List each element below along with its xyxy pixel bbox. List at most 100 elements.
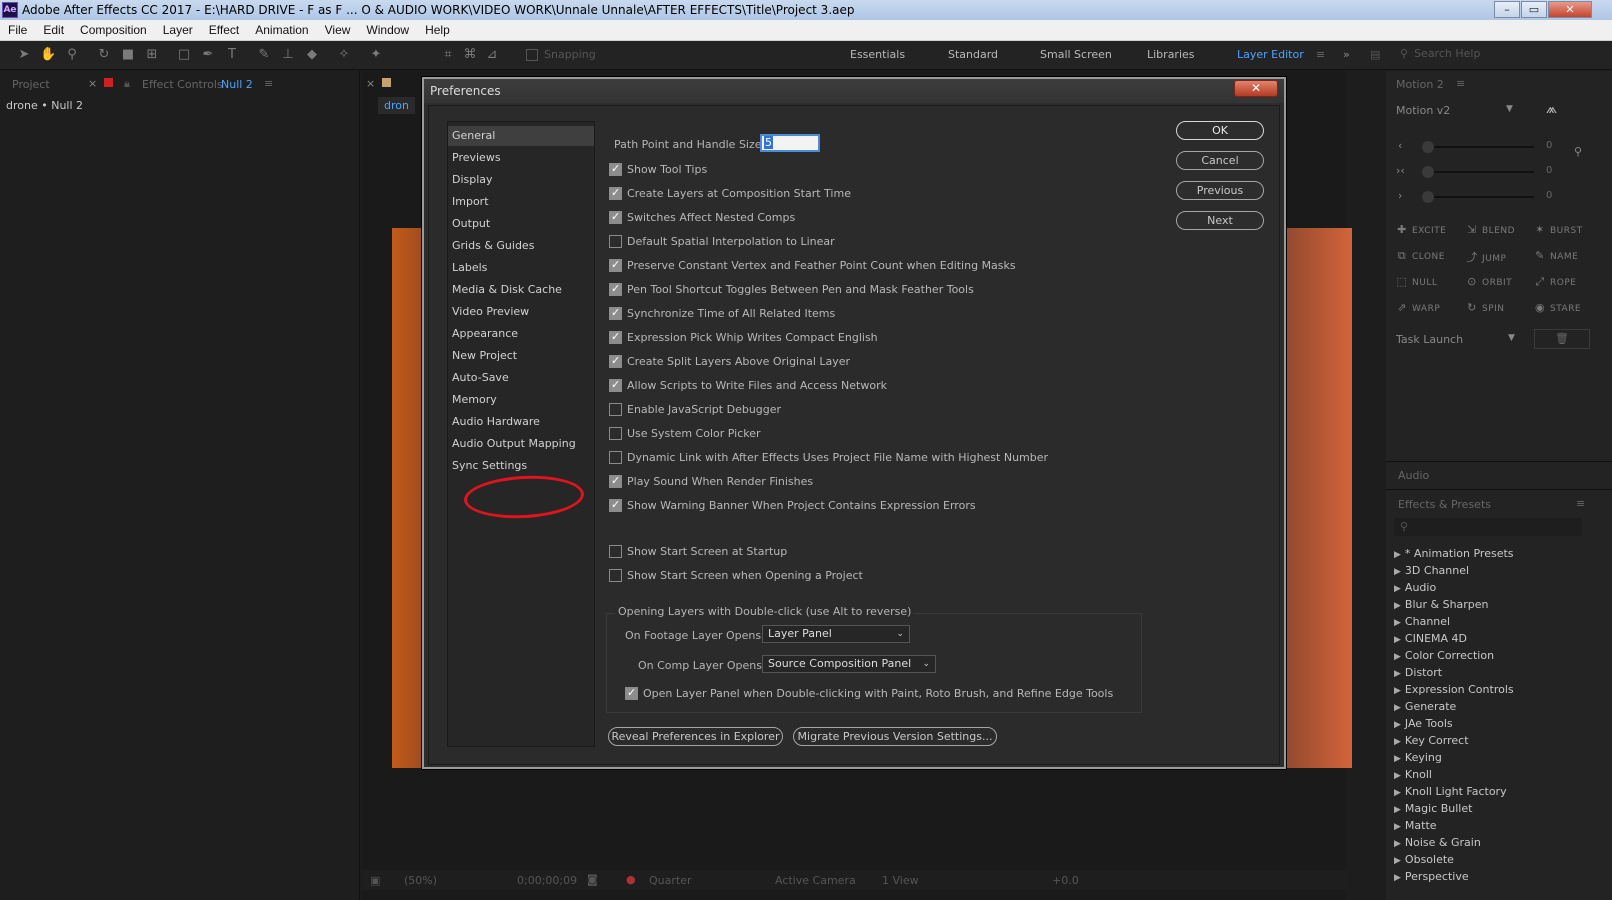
category-import[interactable]: Import (448, 192, 594, 212)
option-checkbox[interactable]: Enable JavaScript Debugger (609, 401, 781, 417)
chevron-down-icon[interactable]: ▼ (1508, 333, 1515, 343)
minimize-button[interactable]: – (1494, 1, 1520, 18)
category-new-project[interactable]: New Project (448, 346, 594, 366)
snapshot-icon[interactable]: ◙ (587, 873, 598, 886)
effect-category-item[interactable]: ▶ * Animation Presets (1394, 547, 1514, 560)
category-display[interactable]: Display (448, 170, 594, 190)
start-screen-checkbox[interactable]: Show Start Screen when Opening a Project (609, 567, 863, 583)
workspace-small-screen[interactable]: Small Screen (1040, 48, 1112, 61)
checkbox-box[interactable] (609, 544, 622, 558)
effect-category-item[interactable]: ▶ Matte (1394, 819, 1437, 832)
effect-category-item[interactable]: ▶ 3D Channel (1394, 564, 1469, 577)
checkbox-box[interactable] (609, 306, 622, 320)
comp-breadcrumb-tab[interactable]: dron (378, 97, 415, 114)
current-time[interactable]: 0;00;00;09 (517, 874, 577, 887)
workspace-essentials[interactable]: Essentials (850, 48, 905, 61)
checkbox-box[interactable] (609, 450, 622, 464)
lock-icon[interactable]: 🔒︎ (124, 77, 130, 91)
option-checkbox[interactable]: Switches Affect Nested Comps (609, 209, 795, 225)
next-button[interactable]: Next (1176, 211, 1264, 230)
rectangle-tool-icon[interactable]: □ (176, 47, 192, 63)
rope-button[interactable]: ⤢ ROPE (1534, 275, 1576, 289)
clone-stamp-tool-icon[interactable]: ⊥ (280, 47, 296, 63)
rotation-tool-icon[interactable]: ↻ (96, 47, 112, 63)
effect-controls-target[interactable]: Null 2 (221, 78, 253, 91)
category-general[interactable]: General (448, 126, 594, 146)
effect-category-item[interactable]: ▶ Noise & Grain (1394, 836, 1481, 849)
cancel-button[interactable]: Cancel (1176, 151, 1264, 170)
snapping-checkbox[interactable] (526, 49, 538, 61)
jump-button[interactable]: ⤴ JUMP (1466, 249, 1506, 265)
camera-tool-icon[interactable]: ■ (120, 47, 136, 63)
warp-button[interactable]: ⇗ WARP (1396, 301, 1440, 314)
effect-category-item[interactable]: ▶ Expression Controls (1394, 683, 1514, 696)
checkbox-box[interactable] (609, 426, 622, 440)
maximize-button[interactable]: ▭ (1521, 1, 1547, 18)
blend-button[interactable]: ⇲ BLEND (1466, 223, 1515, 236)
chevron-down-icon[interactable]: ▼ (1506, 104, 1513, 114)
effect-category-item[interactable]: ▶ JAe Tools (1394, 717, 1453, 730)
option-checkbox[interactable]: Use System Color Picker (609, 425, 761, 441)
pin-icon[interactable]: ⚲ (1574, 145, 1582, 158)
path-point-size-input[interactable]: 5 (760, 134, 820, 152)
checkbox-box[interactable] (609, 402, 622, 416)
tab-motion[interactable]: Motion 2 (1396, 78, 1444, 91)
category-labels[interactable]: Labels (448, 258, 594, 278)
burst-button[interactable]: ✶ BURST (1534, 223, 1583, 236)
category-previews[interactable]: Previews (448, 148, 594, 168)
menu-file[interactable]: File (0, 23, 35, 37)
checkbox-box[interactable] (609, 474, 622, 488)
brush-tool-icon[interactable]: ✎ (256, 47, 272, 63)
ok-button[interactable]: OK (1176, 121, 1264, 140)
views-dropdown[interactable]: 1 View (882, 874, 919, 887)
close-tab-icon[interactable]: × (88, 77, 97, 90)
menu-effect[interactable]: Effect (201, 23, 247, 37)
effect-category-item[interactable]: ▶ Color Correction (1394, 649, 1494, 662)
zoom-tool-icon[interactable]: ⚲ (64, 47, 80, 63)
color-channels-icon[interactable]: ● (626, 873, 636, 886)
checkbox-box[interactable] (609, 186, 622, 200)
category-audio-output-mapping[interactable]: Audio Output Mapping (448, 434, 594, 454)
checkbox-box[interactable] (625, 686, 638, 700)
workspace-menu-icon[interactable]: ≡ (1316, 48, 1325, 61)
effect-category-item[interactable]: ▶ Knoll Light Factory (1394, 785, 1507, 798)
migrate-settings-button[interactable]: Migrate Previous Version Settings... (793, 727, 997, 746)
category-output[interactable]: Output (448, 214, 594, 234)
magnification-icon[interactable]: ▣ (370, 874, 380, 887)
sync-settings-icon[interactable]: ▤ (1370, 48, 1380, 61)
option-checkbox[interactable]: Show Tool Tips (609, 161, 707, 177)
dialog-close-button[interactable]: ✕ (1234, 80, 1278, 97)
motion-slider-2[interactable]: ›‹ 0 (1396, 164, 1596, 178)
category-appearance[interactable]: Appearance (448, 324, 594, 344)
pan-behind-tool-icon[interactable]: ⊞ (144, 47, 160, 63)
effect-category-item[interactable]: ▶ Magic Bullet (1394, 802, 1472, 815)
checkbox-box[interactable] (609, 234, 622, 248)
menu-help[interactable]: Help (417, 23, 458, 37)
task-launch-dropdown[interactable]: Task Launch (1396, 333, 1463, 346)
menu-animation[interactable]: Animation (247, 23, 316, 37)
effect-category-item[interactable]: ▶ Audio (1394, 581, 1436, 594)
search-help-input[interactable]: ⚲ Search Help (1400, 47, 1580, 64)
footage-layer-opens-dropdown[interactable]: Layer Panel ⌄ (762, 625, 910, 643)
zoom-dropdown[interactable]: (50%) (404, 874, 437, 887)
comp-layer-opens-dropdown[interactable]: Source Composition Panel ⌄ (762, 655, 936, 673)
close-tab-icon[interactable]: × (366, 77, 375, 90)
motion-slider-1[interactable]: ‹ 0 (1396, 139, 1596, 153)
eraser-tool-icon[interactable]: ◆ (304, 47, 320, 63)
option-checkbox[interactable]: Show Warning Banner When Project Contain… (609, 497, 976, 513)
checkbox-box[interactable] (609, 258, 622, 272)
checkbox-box[interactable] (609, 282, 622, 296)
resolution-dropdown[interactable]: Quarter (649, 874, 692, 887)
checkbox-box[interactable] (609, 498, 622, 512)
menu-edit[interactable]: Edit (35, 23, 72, 37)
panel-menu-icon[interactable]: ≡ (1456, 77, 1465, 90)
effect-category-item[interactable]: ▶ Generate (1394, 700, 1456, 713)
checkbox-box[interactable] (609, 354, 622, 368)
puppet-tool-icon[interactable]: ✦ (368, 47, 384, 63)
workspace-overflow-icon[interactable]: » (1343, 48, 1350, 61)
tab-effect-controls[interactable]: Effect Controls (142, 78, 223, 91)
null-button[interactable]: ⬚ NULL (1396, 275, 1437, 288)
category-auto-save[interactable]: Auto-Save (448, 368, 594, 388)
effect-category-item[interactable]: ▶ Distort (1394, 666, 1442, 679)
tab-effects-presets[interactable]: Effects & Presets (1398, 498, 1491, 511)
